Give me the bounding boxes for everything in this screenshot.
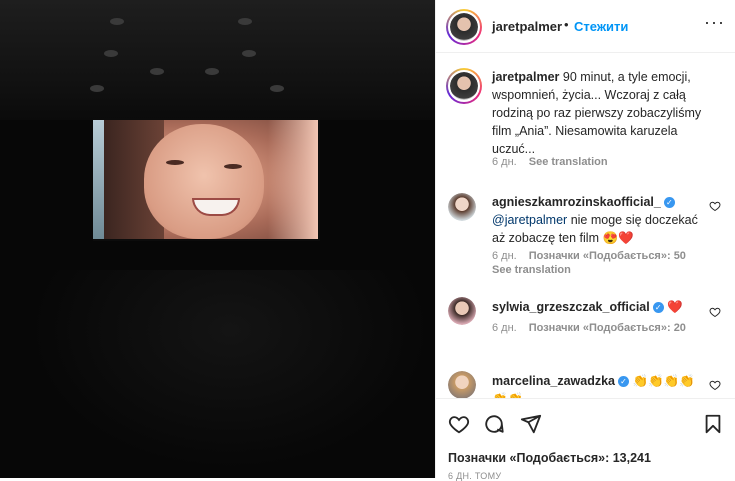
comment-text: ❤️ (663, 300, 683, 314)
follow-button[interactable]: Стежити (574, 19, 628, 34)
comment: agnieszkamrozinskaofficial_ ✓ @jaretpalme… (492, 193, 707, 247)
screen-face (144, 124, 264, 239)
caption-username[interactable]: jaretpalmer (492, 70, 559, 84)
caption: jaretpalmer 90 minut, a tyle emocji, wsp… (492, 68, 717, 158)
caption-avatar[interactable] (446, 68, 482, 104)
comment-likes[interactable]: Позначки «Подобається»: 20 (529, 322, 686, 334)
caption-age: 6 дн. (492, 156, 517, 168)
comment-mention[interactable]: @jaretpalmer (492, 213, 567, 227)
verified-icon: ✓ (663, 197, 675, 209)
share-icon[interactable] (520, 413, 542, 435)
like-comment-heart-icon[interactable] (709, 200, 721, 212)
comment-username[interactable]: sylwia_grzeszczak_official (492, 300, 650, 314)
comment: marcelina_zawadzka✓ 👏👏👏👏👏👏 (492, 372, 707, 398)
comment-likes[interactable]: Позначки «Подобається»: 50 (529, 250, 686, 262)
comment-meta: See translation (492, 264, 571, 276)
bookmark-icon[interactable] (702, 413, 724, 435)
ceiling-light (238, 18, 252, 25)
ceiling-light (150, 68, 164, 75)
ceiling-light (242, 50, 256, 57)
commenter-avatar[interactable] (448, 193, 476, 221)
ceiling-light (90, 85, 104, 92)
see-translation-link[interactable]: See translation (529, 156, 608, 168)
verified-icon: ✓ (652, 302, 664, 314)
post-photo[interactable] (0, 0, 435, 478)
comment-meta: 6 дн. Позначки «Подобається»: 20 (492, 322, 686, 334)
commenter-avatar[interactable] (448, 371, 476, 398)
comment-icon[interactable] (483, 413, 505, 435)
author-avatar[interactable] (446, 9, 482, 45)
post-header: jaretpalmer • Стежити ··· (436, 0, 735, 53)
post-likes-count[interactable]: Позначки «Подобається»: 13,241 (448, 451, 651, 465)
ceiling-light (110, 18, 124, 25)
comment-age: 6 дн. (492, 322, 517, 334)
screen-side-light (93, 120, 104, 239)
heart-icon[interactable] (448, 413, 470, 435)
separator-dot: • (564, 17, 569, 32)
ceiling-light (270, 85, 284, 92)
verified-icon: ✓ (618, 376, 629, 388)
more-icon[interactable]: ··· (704, 12, 725, 33)
ceiling-light (104, 50, 118, 57)
like-comment-heart-icon[interactable] (709, 306, 721, 318)
screen-glow (268, 120, 318, 239)
like-comment-heart-icon[interactable] (709, 379, 721, 391)
comment: sylwia_grzeszczak_official ✓ ❤️ (492, 298, 707, 316)
see-translation-link[interactable]: See translation (492, 264, 571, 276)
author-username[interactable]: jaretpalmer (492, 19, 562, 34)
cinema-screen (104, 120, 318, 239)
cinema-seats (30, 270, 430, 470)
comments-list[interactable]: jaretpalmer 90 minut, a tyle emocji, wsp… (436, 53, 735, 398)
screen-eye (166, 160, 184, 165)
comment-age: 6 дн. (492, 250, 517, 262)
comment-username[interactable]: marcelina_zawadzka (492, 374, 615, 388)
caption-meta: 6 дн. See translation (492, 156, 608, 168)
post-panel: jaretpalmer • Стежити ··· jaretpalmer 90… (435, 0, 735, 481)
comment-username[interactable]: agnieszkamrozinskaofficial_ (492, 195, 661, 209)
post-time[interactable]: 6 ДН. ТОМУ (448, 471, 501, 481)
commenter-avatar[interactable] (448, 297, 476, 325)
comment-meta: 6 дн. Позначки «Подобається»: 50 (492, 250, 686, 262)
ceiling-light (205, 68, 219, 75)
post-actions: Позначки «Подобається»: 13,241 6 ДН. ТОМ… (436, 398, 735, 481)
cinema-ceiling (0, 0, 435, 120)
screen-eye (224, 164, 242, 169)
